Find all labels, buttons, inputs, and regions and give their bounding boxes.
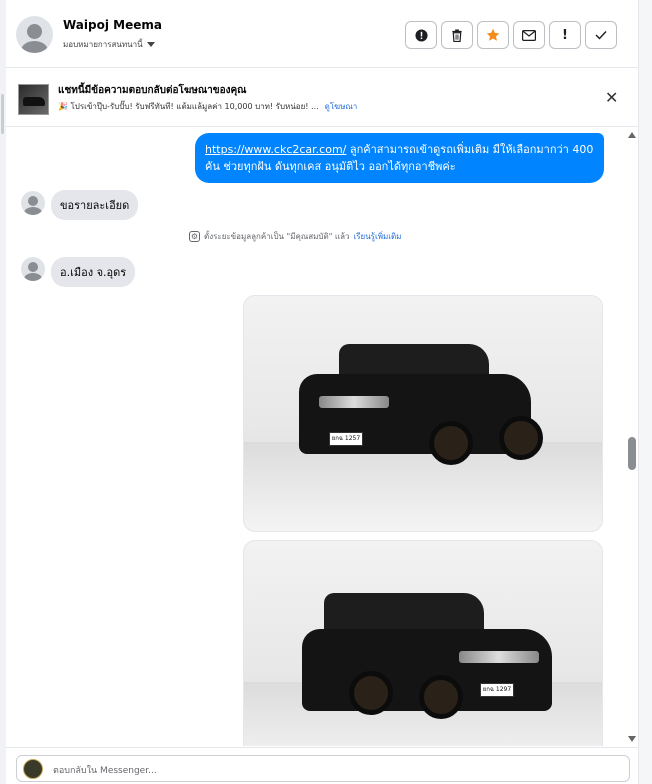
photo-attachment[interactable]: ยกฉ 1257 xyxy=(243,295,603,532)
mark-done-button[interactable] xyxy=(585,21,617,49)
learn-more-link[interactable]: เรียนรู้เพิ่มเติม xyxy=(353,230,401,243)
outgoing-message: https://www.ckc2car.com/ ลูกค้าสามารถเข้… xyxy=(195,133,604,183)
checkmark-icon xyxy=(595,31,607,40)
conversation-panel: Waipoj Meema มอบหมายการสนทนานี้ ! แชทนี้… xyxy=(0,0,652,784)
license-plate: ยกฉ 1257 xyxy=(329,432,363,446)
ad-banner-title: แชทนี้มีข้อความตอบกลับต่อโฆษณาของคุณ xyxy=(58,85,247,96)
star-button[interactable] xyxy=(477,21,509,49)
scroll-down-arrow-icon[interactable] xyxy=(628,736,636,742)
trash-icon xyxy=(452,28,462,42)
incoming-message: ขอรายละเอียด xyxy=(51,190,139,220)
system-notice-text: ตั้งระยะข้อมูลลูกค้าเป็น "มีคุณสมบัติ" แ… xyxy=(204,232,350,241)
alert-circle-icon xyxy=(414,28,428,42)
ad-subtitle-text: 🎉 โปรเข้าปุ๊บ-รับปั๊บ! รับฟรีทันที! แต้ม… xyxy=(58,102,319,111)
assign-label: มอบหมายการสนทนานี้ xyxy=(63,40,143,49)
report-button[interactable] xyxy=(405,21,437,49)
message-list: https://www.ckc2car.com/ ลูกค้าสามารถเข้… xyxy=(6,128,626,746)
exclamation-icon: ! xyxy=(562,27,568,43)
page-avatar xyxy=(23,759,43,779)
incoming-message: อ.เมือง จ.อุดร xyxy=(51,257,136,287)
header-actions: ! xyxy=(405,21,617,49)
reply-placeholder: ตอบกลับใน Messenger... xyxy=(53,766,157,776)
scroll-up-arrow-icon[interactable] xyxy=(628,132,636,138)
delete-button[interactable] xyxy=(441,21,473,49)
system-notice: ⚙ ตั้งระยะข้อมูลลูกค้าเป็น "มีคุณสมบัติ"… xyxy=(189,230,401,243)
contact-name[interactable]: Waipoj Meema xyxy=(63,18,162,32)
ad-reply-banner: แชทนี้มีข้อความตอบกลับต่อโฆษณาของคุณ 🎉 โ… xyxy=(6,69,638,127)
contact-avatar[interactable] xyxy=(16,16,53,53)
avatar[interactable] xyxy=(21,257,45,281)
ad-thumbnail[interactable] xyxy=(18,84,49,115)
caret-down-icon xyxy=(146,42,155,47)
edge-indicator xyxy=(1,94,4,134)
conversation-header: Waipoj Meema มอบหมายการสนทนานี้ ! xyxy=(6,0,638,68)
mail-icon xyxy=(522,29,536,41)
message-link[interactable]: https://www.ckc2car.com/ xyxy=(205,143,346,156)
assign-conversation-dropdown[interactable]: มอบหมายการสนทนานี้ xyxy=(63,38,155,51)
right-edge xyxy=(638,0,652,784)
scrollbar-thumb[interactable] xyxy=(628,437,636,470)
flag-button[interactable]: ! xyxy=(549,21,581,49)
close-icon[interactable]: ✕ xyxy=(605,88,618,107)
mark-unread-button[interactable] xyxy=(513,21,545,49)
photo-attachment[interactable]: ยกฉ 1297 xyxy=(243,540,603,746)
star-icon xyxy=(486,28,500,41)
view-ad-link[interactable]: ดูโฆษณา xyxy=(325,102,358,111)
reply-input[interactable]: ตอบกลับใน Messenger... xyxy=(16,755,630,782)
settings-icon: ⚙ xyxy=(189,231,200,242)
avatar[interactable] xyxy=(21,191,45,215)
ad-banner-subtitle: 🎉 โปรเข้าปุ๊บ-รับปั๊บ! รับฟรีทันที! แต้ม… xyxy=(58,100,357,113)
scrollbar[interactable] xyxy=(626,128,638,746)
composer: ตอบกลับใน Messenger... xyxy=(6,747,638,784)
license-plate: ยกฉ 1297 xyxy=(480,683,514,697)
